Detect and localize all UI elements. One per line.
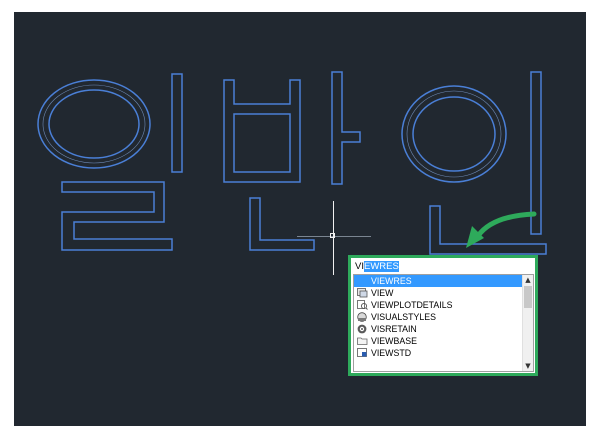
visual-styles-icon	[357, 312, 368, 322]
list-item-label: VISUALSTYLES	[371, 312, 437, 322]
list-item-label: VIEWSTD	[371, 348, 412, 358]
scroll-down-icon[interactable]: ▼	[523, 361, 533, 371]
command-autocomplete-popup: VIEWRES VIEWRES VIEW VIEWPLOTDETAILS VIS…	[348, 255, 538, 376]
typed-text: VI	[355, 261, 364, 272]
command-suggestion-list[interactable]: VIEWRES VIEW VIEWPLOTDETAILS VISUALSTYLE…	[353, 274, 534, 372]
gear-icon	[357, 324, 368, 334]
autocomplete-suggestion: EWRES	[363, 261, 399, 272]
list-item-label: VIEWPLOTDETAILS	[371, 300, 453, 310]
drawing-canvas[interactable]: VIEWRES VIEWRES VIEW VIEWPLOTDETAILS VIS…	[14, 12, 586, 426]
list-item-viewbase[interactable]: VIEWBASE	[354, 335, 533, 347]
scroll-up-icon[interactable]: ▲	[523, 275, 533, 285]
list-item-viewres[interactable]: VIEWRES	[354, 275, 533, 287]
viewstd-icon	[357, 348, 368, 358]
scrollbar-thumb[interactable]	[524, 286, 532, 308]
blank-icon	[357, 276, 368, 286]
list-item-label: VISRETAIN	[371, 324, 417, 334]
cursor-pickbox	[330, 233, 335, 238]
list-item-viewplotdetails[interactable]: VIEWPLOTDETAILS	[354, 299, 533, 311]
view-manager-icon	[357, 288, 368, 298]
list-item-label: VIEWRES	[371, 276, 412, 286]
list-item-label: VIEW	[371, 288, 394, 298]
list-item-visretain[interactable]: VISRETAIN	[354, 323, 533, 335]
crosshair-vertical	[333, 201, 334, 275]
list-item-view[interactable]: VIEW	[354, 287, 533, 299]
scrollbar[interactable]: ▲ ▼	[522, 275, 533, 371]
command-input[interactable]: VIEWRES	[353, 260, 400, 273]
list-item-viewstd[interactable]: VIEWSTD	[354, 347, 533, 359]
list-item-label: VIEWBASE	[371, 336, 417, 346]
folder-icon	[357, 336, 368, 346]
plot-details-icon	[357, 300, 368, 310]
list-item-visualstyles[interactable]: VISUALSTYLES	[354, 311, 533, 323]
